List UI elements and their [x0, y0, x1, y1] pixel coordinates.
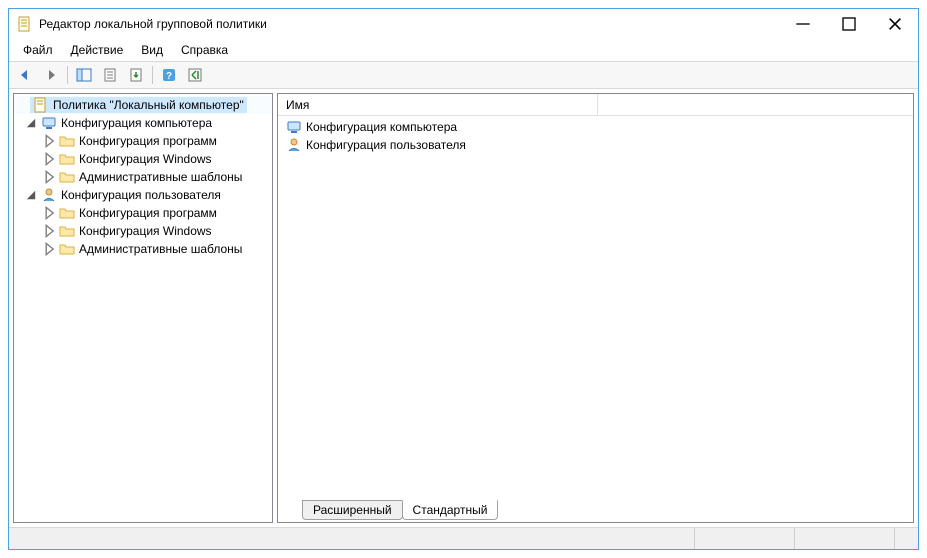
tree-user-config[interactable]: Конфигурация пользователя	[14, 186, 272, 204]
status-cell	[794, 528, 894, 549]
list-body: Конфигурация компьютера Конфигурация пол…	[278, 116, 913, 500]
window-title: Редактор локальной групповой политики	[39, 17, 780, 31]
chevron-right-icon[interactable]	[42, 151, 56, 167]
maximize-button[interactable]	[826, 9, 872, 39]
window-controls	[780, 9, 918, 39]
tree-software-settings[interactable]: Конфигурация программ	[14, 132, 272, 150]
list-view: Имя Конфигурация компьютера Конфигурация…	[278, 94, 913, 500]
tree-admin-templates-user[interactable]: Административные шаблоны	[14, 240, 272, 258]
chevron-right-icon[interactable]	[42, 241, 56, 257]
list-item-user-config[interactable]: Конфигурация пользователя	[282, 136, 909, 154]
user-icon	[286, 137, 302, 153]
chevron-right-icon[interactable]	[42, 205, 56, 221]
folder-icon	[59, 169, 75, 185]
minimize-button[interactable]	[780, 9, 826, 39]
toolbar: ?	[9, 61, 918, 89]
policy-icon	[33, 97, 49, 113]
tree-label: Административные шаблоны	[79, 170, 242, 184]
show-hide-tree-button[interactable]	[72, 64, 96, 86]
tab-standard[interactable]: Стандартный	[402, 500, 499, 520]
tree-label: Конфигурация компьютера	[61, 116, 212, 130]
titlebar: Редактор локальной групповой политики	[9, 9, 918, 39]
tree-label: Административные шаблоны	[79, 242, 242, 256]
tree-root[interactable]: Политика "Локальный компьютер"	[14, 96, 272, 114]
statusbar	[9, 527, 918, 549]
tree-computer-config[interactable]: Конфигурация компьютера	[14, 114, 272, 132]
filter-button[interactable]	[183, 64, 207, 86]
tab-extended[interactable]: Расширенный	[302, 500, 403, 520]
properties-button[interactable]	[98, 64, 122, 86]
list-item-computer-config[interactable]: Конфигурация компьютера	[282, 118, 909, 136]
help-button[interactable]: ?	[157, 64, 181, 86]
toolbar-separator	[152, 66, 153, 84]
app-icon	[17, 16, 33, 32]
chevron-right-icon[interactable]	[42, 133, 56, 149]
menu-file[interactable]: Файл	[15, 41, 61, 59]
tree-root-label: Политика "Локальный компьютер"	[53, 98, 244, 112]
folder-icon	[59, 133, 75, 149]
app-window: Редактор локальной групповой политики Фа…	[8, 8, 919, 550]
menu-help[interactable]: Справка	[173, 41, 236, 59]
computer-icon	[41, 115, 57, 131]
folder-icon	[59, 205, 75, 221]
status-cell	[694, 528, 794, 549]
user-icon	[41, 187, 57, 203]
status-cell	[894, 528, 918, 549]
back-button[interactable]	[13, 64, 37, 86]
column-header-name[interactable]: Имя	[278, 94, 598, 115]
tree-label: Конфигурация пользователя	[61, 188, 221, 202]
menu-view[interactable]: Вид	[133, 41, 171, 59]
list-item-label: Конфигурация компьютера	[306, 120, 457, 134]
folder-icon	[59, 151, 75, 167]
close-button[interactable]	[872, 9, 918, 39]
chevron-down-icon[interactable]	[24, 115, 38, 131]
tree-software-settings-user[interactable]: Конфигурация программ	[14, 204, 272, 222]
list-item-label: Конфигурация пользователя	[306, 138, 466, 152]
tree-label: Конфигурация Windows	[79, 224, 212, 238]
forward-button[interactable]	[39, 64, 63, 86]
status-cell-main	[9, 528, 694, 549]
menubar: Файл Действие Вид Справка	[9, 39, 918, 61]
tab-holder: Расширенный Стандартный	[278, 500, 913, 522]
tree-label: Конфигурация Windows	[79, 152, 212, 166]
list-header: Имя	[278, 94, 913, 116]
chevron-right-icon[interactable]	[42, 169, 56, 185]
tree-pane[interactable]: Политика "Локальный компьютер" Конфигура…	[13, 93, 273, 523]
chevron-right-icon[interactable]	[42, 223, 56, 239]
tree-windows-settings-user[interactable]: Конфигурация Windows	[14, 222, 272, 240]
content-area: Политика "Локальный компьютер" Конфигура…	[9, 89, 918, 527]
folder-icon	[59, 223, 75, 239]
tree-admin-templates[interactable]: Административные шаблоны	[14, 168, 272, 186]
toolbar-separator	[67, 66, 68, 84]
right-pane: Имя Конфигурация компьютера Конфигурация…	[277, 93, 914, 523]
menu-action[interactable]: Действие	[63, 41, 132, 59]
export-button[interactable]	[124, 64, 148, 86]
chevron-down-icon[interactable]	[24, 187, 38, 203]
tree-label: Конфигурация программ	[79, 206, 217, 220]
tree-label: Конфигурация программ	[79, 134, 217, 148]
svg-text:?: ?	[166, 71, 172, 82]
folder-icon	[59, 241, 75, 257]
computer-icon	[286, 119, 302, 135]
tree-windows-settings[interactable]: Конфигурация Windows	[14, 150, 272, 168]
